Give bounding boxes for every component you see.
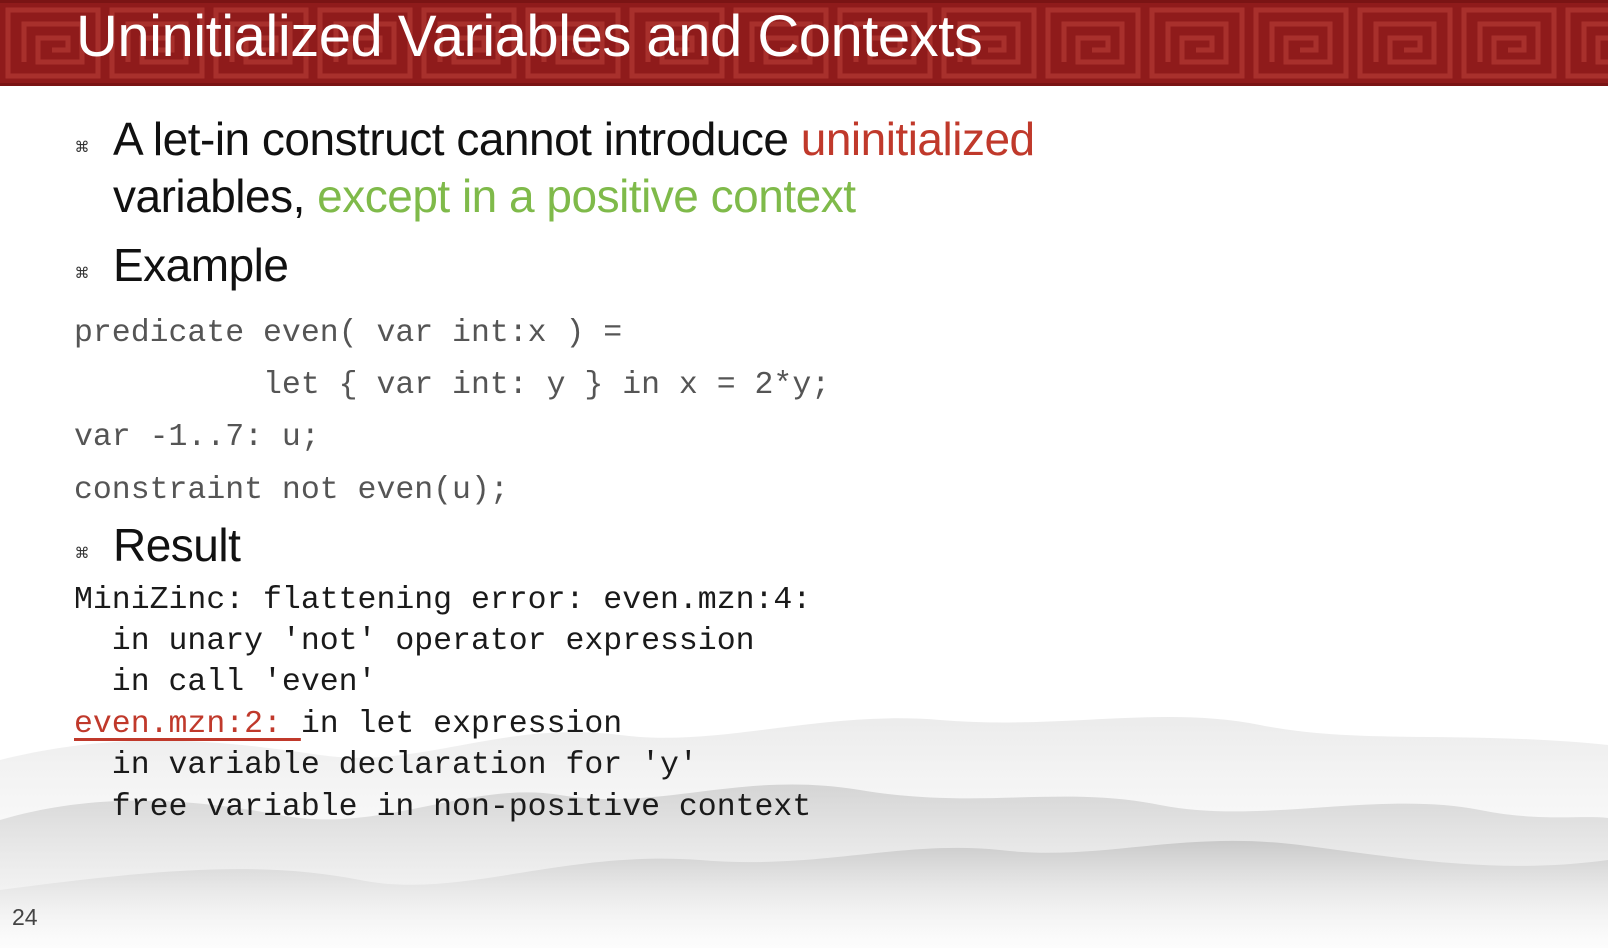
code-line-3: var -1..7: u;	[74, 420, 320, 455]
result-line-2: in unary 'not' operator expression	[74, 624, 755, 659]
bullet-example-label: Example	[113, 239, 289, 291]
result-line-3: in call 'even'	[74, 665, 377, 700]
command-icon: ⌘	[74, 545, 90, 562]
code-line-4: constraint not even(u);	[74, 473, 509, 508]
bullet-text-part: variables,	[113, 170, 318, 222]
command-icon: ⌘	[74, 265, 90, 282]
bullet-text-line1: A let-in construct cannot introduce unin…	[113, 112, 1035, 167]
bullet-text-part: A let-in construct cannot introduce	[113, 113, 801, 165]
bullet-text-line2: variables, except in a positive context	[113, 169, 856, 224]
code-line-2: let { var int: y } in x = 2*y;	[74, 368, 831, 403]
bullet-result-label: Result	[113, 519, 241, 571]
error-location-link[interactable]: even.mzn:2:	[74, 707, 301, 742]
result-line-4: even.mzn:2: in let expression	[74, 709, 622, 741]
result-line-1: MiniZinc: flattening error: even.mzn:4:	[74, 583, 812, 618]
code-line-1: predicate even( var int:x ) =	[74, 316, 623, 351]
slide-title: Uninitialized Variables and Contexts	[76, 4, 983, 69]
result-line-5: in variable declaration for 'y'	[74, 748, 698, 783]
result-line-4-rest: in let expression	[300, 707, 623, 742]
highlight-uninitialized: uninitialized	[800, 113, 1035, 165]
highlight-positive-context: except in a positive context	[317, 170, 856, 222]
result-line-6: free variable in non-positive context	[74, 790, 812, 825]
page-number: 24	[12, 904, 38, 930]
title-banner: Uninitialized Variables and Contexts	[0, 0, 1608, 86]
command-icon: ⌘	[74, 139, 90, 156]
